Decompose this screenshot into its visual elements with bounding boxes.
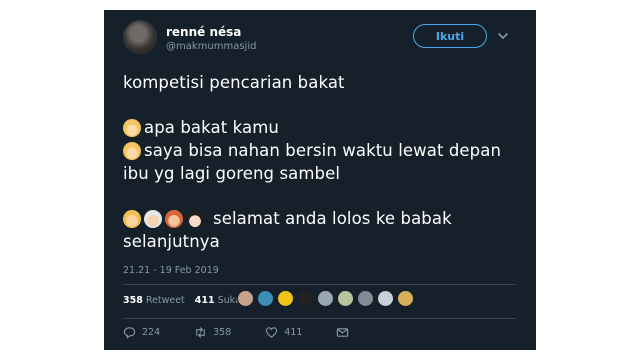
girl-emoji-icon [123,118,141,137]
avatar[interactable] [123,20,157,54]
reply-count: 224 [142,327,161,338]
chevron-down-icon[interactable] [497,30,509,42]
direct-message-button[interactable] [336,326,349,339]
heart-icon [266,327,278,338]
action-bar: 224 358 411 [123,326,383,339]
liker-avatars [237,290,414,307]
tweet-line: selanjutnya [123,232,220,251]
retweet-stat[interactable]: 358 Retweet [123,295,185,306]
tweet-line: selamat anda lolos ke babak [213,209,452,228]
message-icon [337,328,349,337]
liker-avatar[interactable] [277,290,294,307]
liker-avatar[interactable] [337,290,354,307]
liker-avatar[interactable] [377,290,394,307]
liker-avatar[interactable] [397,290,414,307]
reply-button[interactable]: 224 [123,326,160,339]
tweet-line: apa bakat kamu [144,118,279,137]
tweet-line: saya bisa nahan bersin waktu lewat depan [144,141,502,160]
tweet-line: ibu yg lagi goreng sambel [123,164,341,183]
like-stat[interactable]: 411 Suka [195,295,241,306]
user-handle[interactable]: @makmummasjid [166,41,256,52]
man-emoji-icon [123,209,141,228]
tweet-card: renné nésa @makmummasjid Ikuti kompetisi… [104,10,536,350]
display-name[interactable]: renné nésa [166,25,241,39]
old-woman-emoji-icon [144,209,162,228]
like-count: 411 [284,327,303,338]
divider [123,318,516,319]
liker-avatar[interactable] [237,290,254,307]
judges-emoji-row [123,209,207,228]
retweet-count: 358 [213,327,232,338]
engagement-stats: 358 Retweet 411 Suka [123,295,241,306]
red-hair-man-emoji-icon [165,209,183,228]
dark-hair-person-emoji-icon [186,209,204,228]
retweet-icon [196,327,205,338]
retweet-button[interactable]: 358 [194,326,231,339]
liker-avatar[interactable] [357,290,374,307]
tweet-line: kompetisi pencarian bakat [123,73,345,92]
divider [123,284,516,285]
liker-avatar[interactable] [297,290,314,307]
like-button[interactable]: 411 [265,326,302,339]
tweet-text: kompetisi pencarian bakat apa bakat kamu… [123,71,528,253]
liker-avatar[interactable] [257,290,274,307]
timestamp[interactable]: 21.21 - 19 Feb 2019 [123,265,219,276]
girl-emoji-icon [123,141,141,160]
liker-avatar[interactable] [317,290,334,307]
reply-icon [123,327,136,339]
follow-button[interactable]: Ikuti [413,24,487,48]
